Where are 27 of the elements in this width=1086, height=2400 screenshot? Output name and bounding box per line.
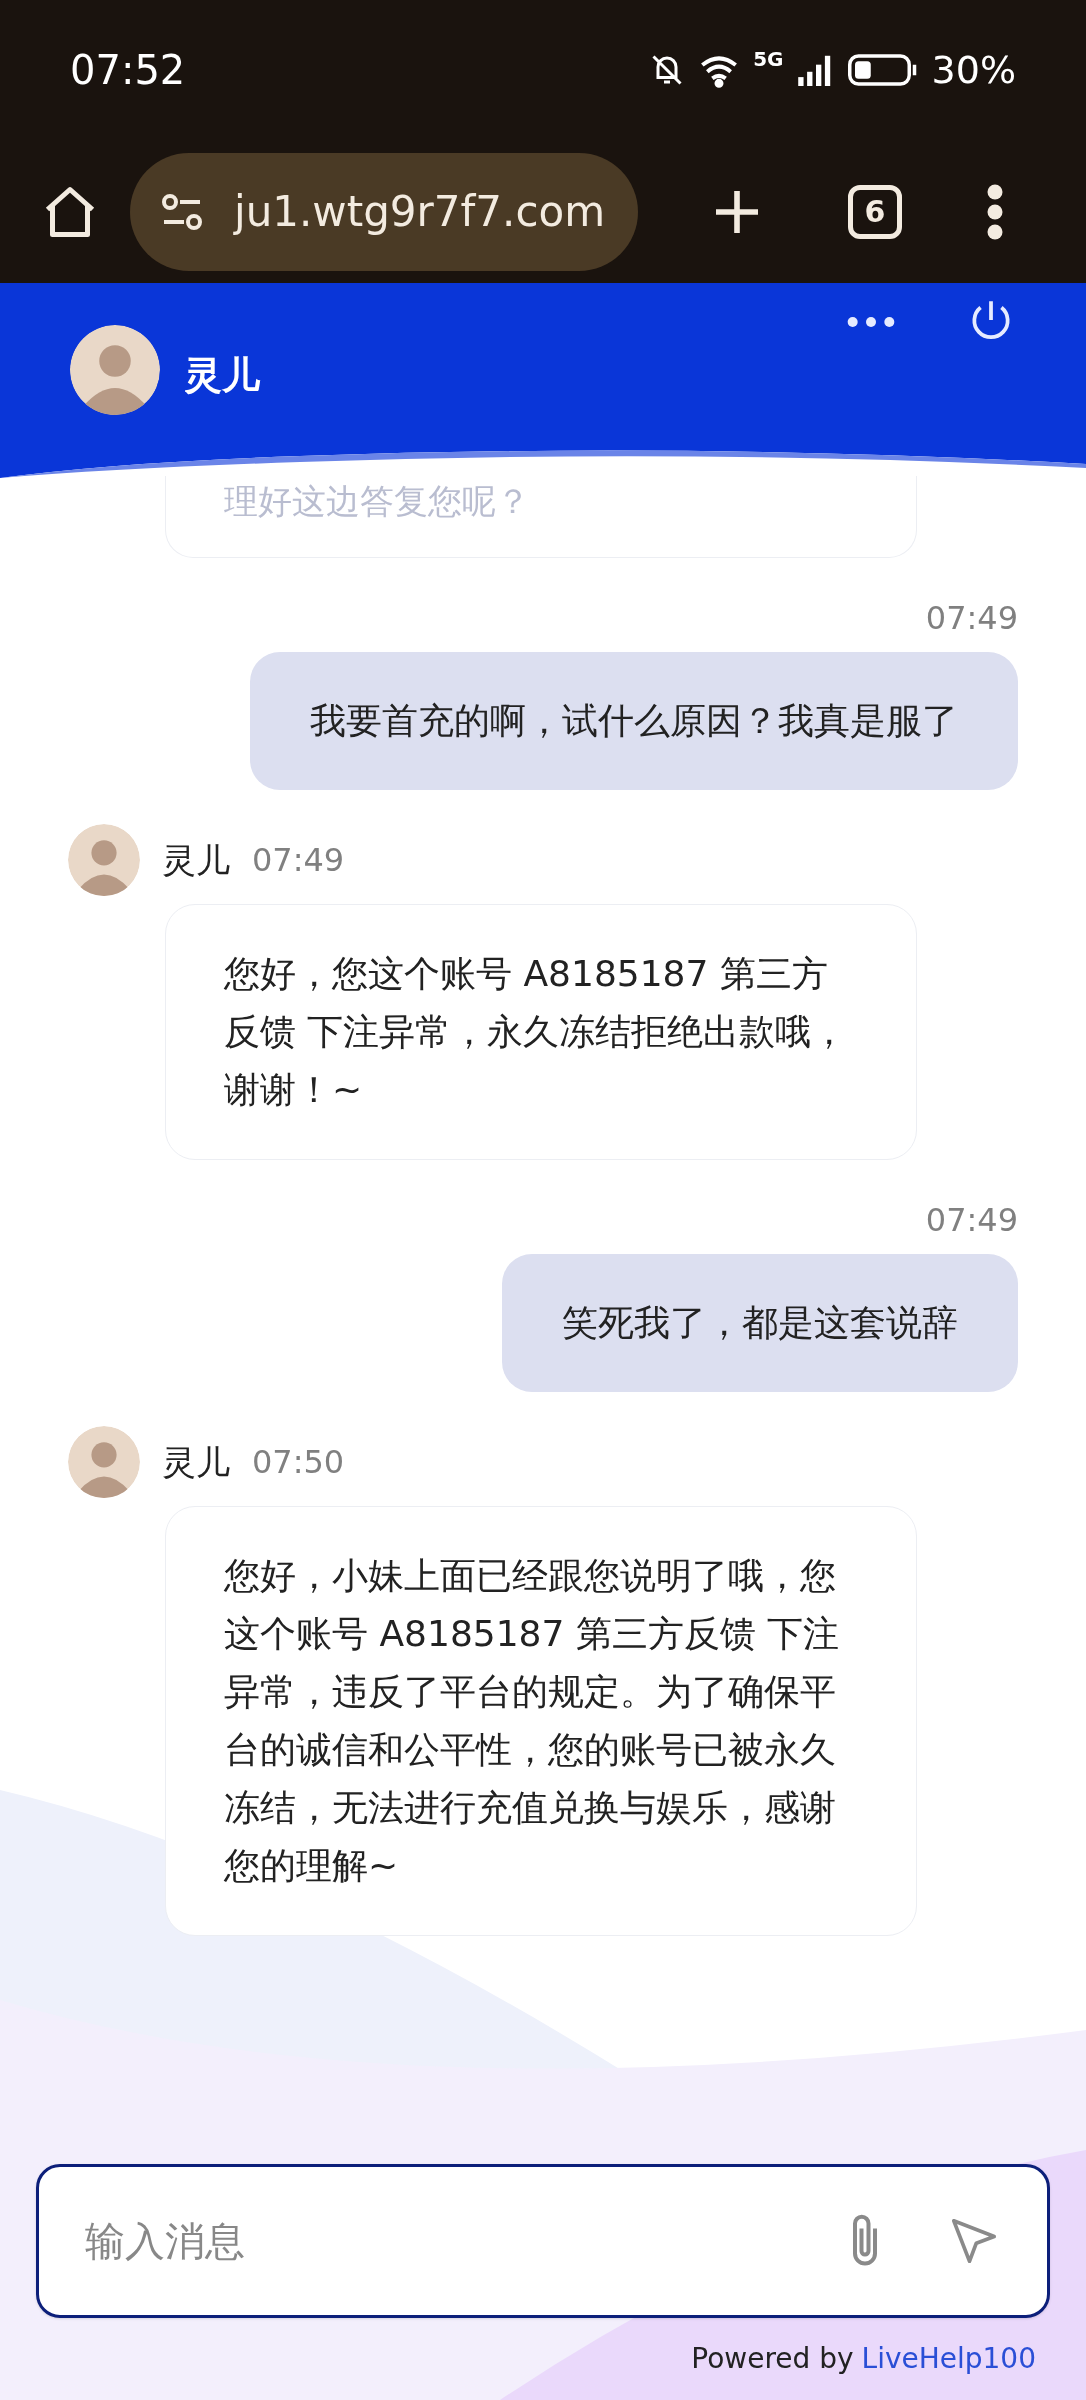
tab-count-button[interactable]: 6 [848,184,902,239]
message-time: 07:49 [925,1200,1018,1241]
message-bubble: 您好，小妹上面已经跟您说明了哦，您这个账号 A8185187 第三方反馈 下注异常，违反了平台的规定。为了确保平台的诚信和公平性，您的账号已被永久冻结，无法进行充值兑换与娱乐，感谢您的理解~ [165,1506,917,1936]
avatar-icon [68,1426,140,1498]
status-time: 07:52 [70,46,186,95]
message-input[interactable]: 输入消息 [36,2164,1050,2318]
agent-name: 灵儿 [184,352,260,399]
message-time: 07:49 [925,598,1018,639]
more-icon[interactable] [846,315,896,329]
message-bubble: 您好，您这个账号 A8185187 第三方反馈 下注异常，永久冻结拒绝出款哦，谢谢！~ [165,904,917,1160]
livehelp-link[interactable]: LiveHelp100 [861,2338,1036,2380]
sender-name: 灵儿 [162,1440,230,1484]
sender-name: 灵儿 [162,838,230,882]
network-label: 5G [753,45,784,73]
message-bubble: 笑死我了，都是这套说辞 [502,1254,1018,1392]
address-bar[interactable]: ju1.wtg9r7f7.com [130,152,638,271]
message-field[interactable]: 输入消息 [85,2211,783,2271]
message-text: 理好这边答复您呢？ [224,481,530,521]
url-text: ju1.wtg9r7f7.com [234,186,606,238]
message-bubble: 我要首充的啊，试什么原因？我真是服了 [250,652,1018,790]
message-time: 07:50 [252,1442,345,1483]
powered-by-text: Powered by [691,2341,854,2377]
battery-percent: 30% [931,46,1016,94]
message-time: 07:49 [252,840,345,881]
battery-icon [847,52,918,88]
avatar-icon [68,824,140,896]
avatar-icon [70,325,160,415]
